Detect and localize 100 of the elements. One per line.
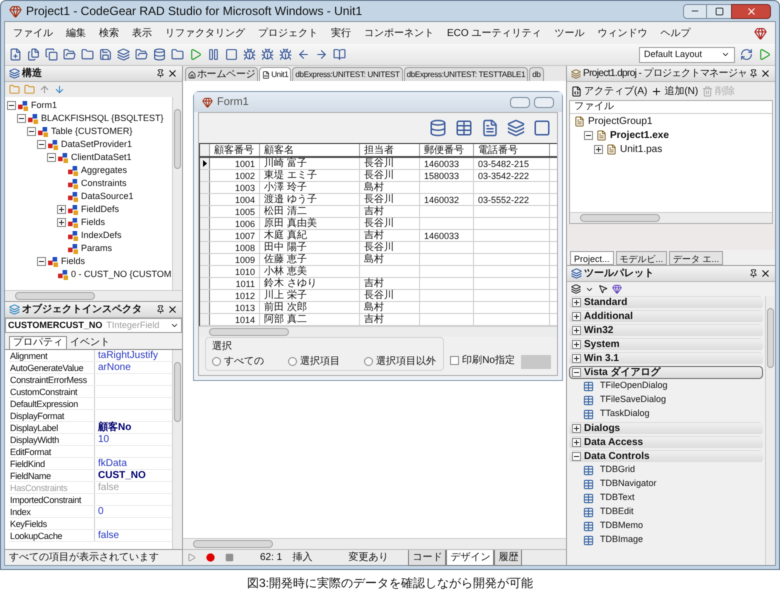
property-name[interactable]: DisplayFormat	[9, 410, 95, 421]
scroll-thumb[interactable]	[193, 540, 273, 548]
close-icon[interactable]	[760, 268, 771, 279]
dock-tab[interactable]: Project...	[570, 251, 614, 265]
row-indicator[interactable]	[200, 158, 210, 169]
property-value[interactable]: false	[95, 530, 120, 541]
property-name[interactable]: EditFormat	[9, 446, 95, 457]
tree-item[interactable]: 0 - CUST_NO {CUSTOM	[71, 268, 172, 281]
layout-dropdown[interactable]: Default Layout	[639, 46, 735, 62]
property-name[interactable]: DisplayWidth	[9, 434, 95, 445]
palette-category[interactable]: Vista ダイアログ	[569, 366, 763, 379]
down-arrow-icon[interactable]	[54, 84, 65, 95]
bug-icon[interactable]	[243, 48, 256, 61]
bug-icon[interactable]	[261, 48, 274, 61]
palette-item[interactable]: TDBText	[600, 491, 635, 505]
horizontal-scrollbar[interactable]	[570, 212, 772, 223]
view-tab[interactable]: デザイン	[446, 550, 494, 566]
property-name[interactable]: Alignment	[9, 350, 95, 361]
layers-icon[interactable]	[117, 48, 130, 61]
palette-category[interactable]: System	[569, 338, 763, 351]
property-name[interactable]: LookupCache	[9, 530, 95, 541]
gem-icon[interactable]	[612, 284, 622, 294]
menu-item[interactable]: リファクタリング	[165, 26, 245, 40]
menu-item[interactable]: ヘルプ	[660, 26, 690, 40]
vertical-scrollbar[interactable]	[172, 350, 182, 549]
tree-item[interactable]: Fields	[81, 216, 106, 229]
pin-icon[interactable]	[749, 269, 758, 278]
dock-tab[interactable]: モデルビ...	[616, 251, 668, 265]
menu-item[interactable]: 編集	[66, 26, 86, 40]
stop-icon[interactable]	[225, 48, 238, 61]
menu-item[interactable]: 検索	[99, 26, 119, 40]
property-name[interactable]: KeyFields	[9, 518, 95, 529]
collapse-icon[interactable]	[7, 101, 16, 110]
property-value[interactable]: taRightJustify	[95, 350, 158, 361]
column-header[interactable]: 電話番号	[474, 144, 550, 156]
scroll-thumb[interactable]	[209, 328, 289, 336]
palette-item[interactable]: TFileOpenDialog	[600, 379, 668, 393]
scroll-thumb[interactable]	[580, 214, 660, 222]
record-icon[interactable]	[206, 553, 215, 562]
expand-icon[interactable]	[572, 312, 581, 321]
collapse-icon[interactable]	[584, 130, 593, 140]
scroll-thumb[interactable]	[174, 109, 181, 169]
radio-button[interactable]	[288, 357, 297, 366]
folder-icon[interactable]	[135, 48, 148, 61]
tree-item[interactable]: DataSource1	[81, 190, 134, 203]
folder-icon[interactable]	[171, 48, 184, 61]
maximize-icon[interactable]	[714, 6, 724, 16]
property-name[interactable]: Index	[9, 506, 95, 517]
close-button[interactable]	[731, 4, 771, 18]
folder-icon[interactable]	[63, 48, 76, 61]
menu-item[interactable]: ウィンドウ	[597, 26, 648, 40]
tree-item[interactable]: Table {CUSTOMER}	[51, 125, 132, 138]
editor-tab[interactable]: dbExpress:UNITEST: UNITEST	[292, 67, 403, 81]
run-icon[interactable]	[189, 48, 202, 61]
collapse-icon[interactable]	[27, 127, 36, 136]
vertical-scrollbar[interactable]	[172, 97, 182, 290]
palette-category[interactable]: Data Access	[569, 436, 763, 449]
radio-button[interactable]	[364, 357, 373, 366]
horizontal-scrollbar[interactable]	[199, 326, 557, 337]
pin-icon[interactable]	[749, 69, 758, 78]
forward-icon[interactable]	[315, 48, 328, 61]
property-value[interactable]: arNone	[95, 362, 131, 373]
toolbar-button[interactable]: アクティブ(A)	[571, 84, 648, 98]
caret-icon[interactable]	[721, 50, 730, 59]
radio-label[interactable]: すべての	[224, 354, 264, 369]
close-icon[interactable]	[167, 68, 178, 79]
menu-item[interactable]: ECO ユーティリティ	[447, 26, 542, 40]
database-icon[interactable]	[153, 48, 166, 61]
palette-item[interactable]: TDBNavigator	[600, 477, 657, 491]
property-name[interactable]: DisplayLabel	[9, 422, 95, 433]
palette-category[interactable]: Data Controls	[569, 450, 763, 463]
toolbar-button[interactable]: 追加(N)	[651, 84, 698, 98]
inspector-tab[interactable]: イベント	[67, 337, 113, 349]
view-tab[interactable]: 履歴	[494, 550, 522, 566]
expand-icon[interactable]	[572, 326, 581, 335]
copy-icon[interactable]	[45, 48, 58, 61]
property-name[interactable]: DefaultExpression	[9, 398, 95, 409]
run-icon[interactable]	[758, 48, 771, 61]
collapse-icon[interactable]	[37, 257, 46, 266]
radio-label[interactable]: 選択項目	[300, 354, 340, 369]
categories-icon[interactable]	[571, 284, 581, 294]
menu-item[interactable]: ツール	[554, 26, 584, 40]
stop-icon[interactable]	[225, 553, 234, 562]
tree-item[interactable]: Form1	[31, 99, 58, 112]
property-value[interactable]: CUST_NO	[95, 470, 146, 481]
column-header[interactable]: 担当者	[360, 144, 420, 156]
pause-icon[interactable]	[207, 48, 220, 61]
tree-item[interactable]: ProjectGroup1	[588, 114, 652, 128]
menu-item[interactable]: 表示	[132, 26, 152, 40]
play-icon[interactable]	[187, 553, 196, 562]
close-icon[interactable]	[760, 68, 771, 79]
pin-icon[interactable]	[156, 69, 165, 78]
property-name[interactable]: FieldName	[9, 470, 95, 481]
tree-item[interactable]: DataSetProvider1	[61, 138, 132, 151]
palette-item[interactable]: TDBGrid	[600, 463, 636, 477]
menu-item[interactable]: コンポーネント	[364, 26, 434, 40]
palette-category[interactable]: Additional	[569, 310, 763, 323]
column-header[interactable]: 顧客名	[260, 144, 360, 156]
collapse-icon[interactable]	[37, 140, 46, 149]
caret-icon[interactable]	[170, 321, 179, 330]
